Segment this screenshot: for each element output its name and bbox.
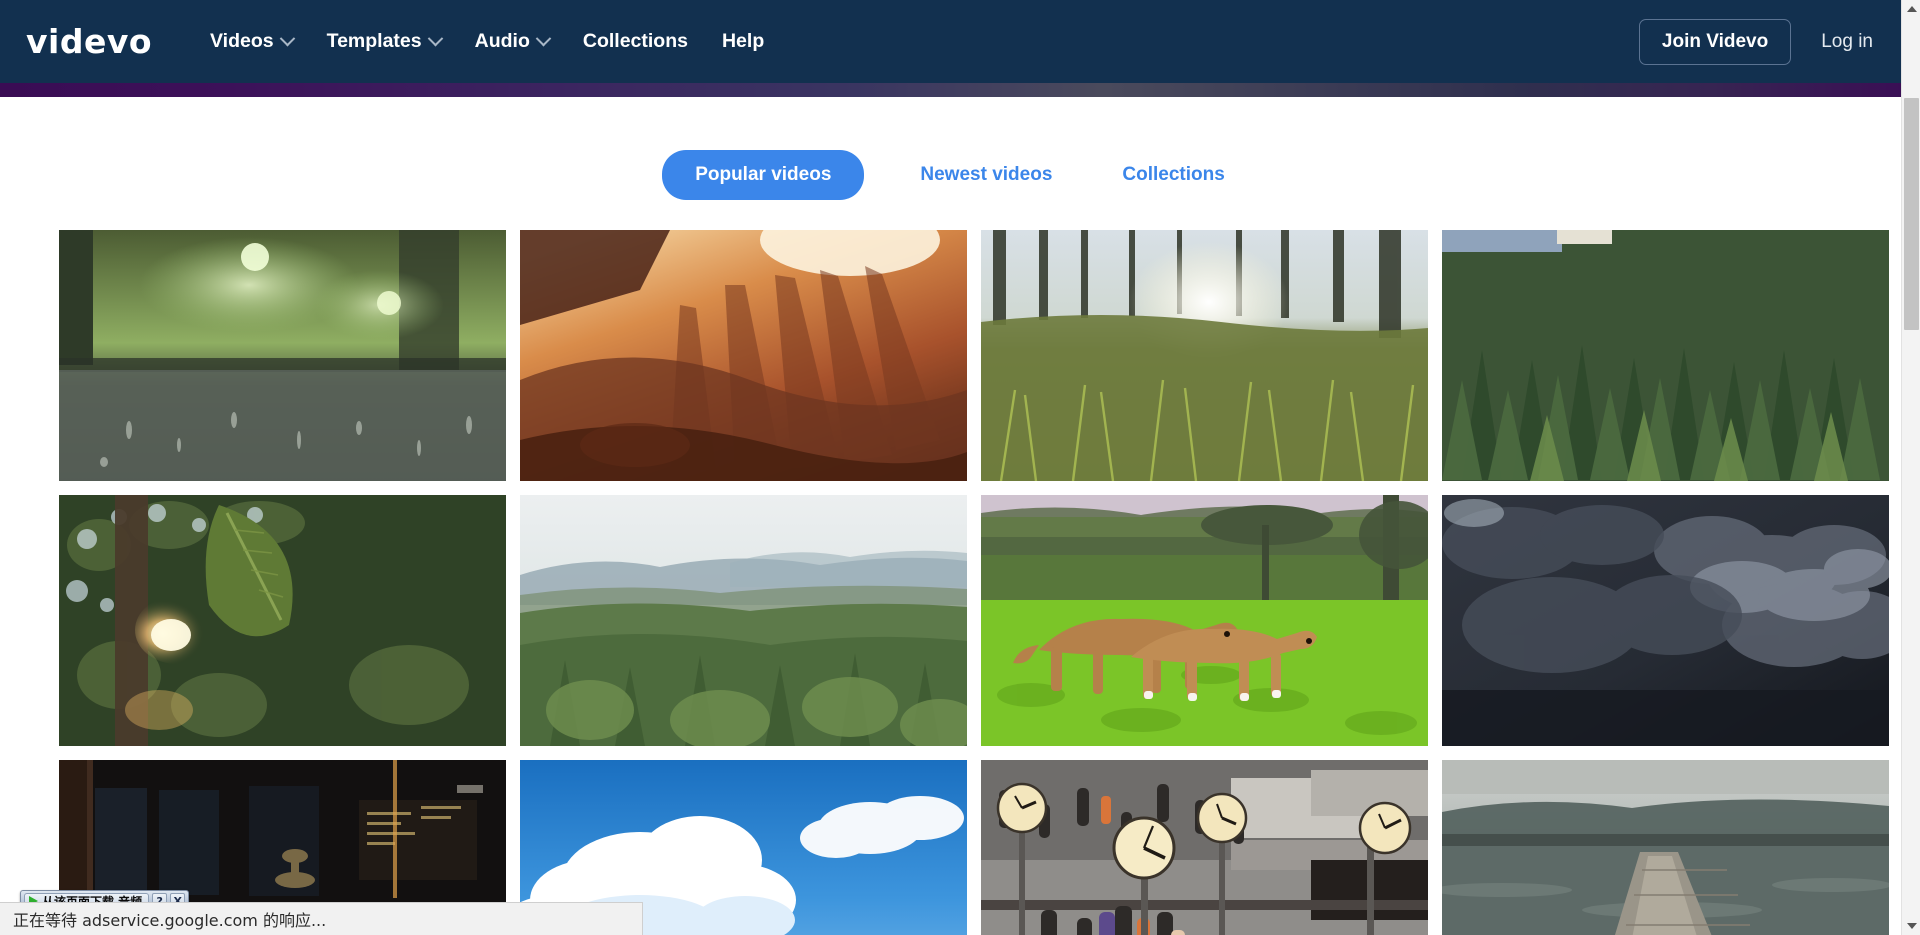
video-thumbnail-grid <box>0 200 1901 935</box>
video-thumbnail <box>520 230 967 481</box>
nav-item-label: Templates <box>326 30 422 52</box>
video-card-lionesses-walking-savanna[interactable] <box>981 495 1428 746</box>
video-card-aerial-forest-valley[interactable] <box>520 495 967 746</box>
video-thumbnail <box>981 495 1428 746</box>
primary-nav: Videos Templates Audio Collections Help <box>210 30 764 53</box>
video-card-sunlit-forest-grass[interactable] <box>981 230 1428 481</box>
video-thumbnail <box>59 495 506 746</box>
video-thumbnail <box>1442 495 1889 746</box>
video-thumbnail <box>520 495 967 746</box>
log-in-link[interactable]: Log in <box>1821 31 1873 53</box>
video-card-aerial-pine-forest[interactable] <box>1442 230 1889 481</box>
scroll-up-arrow-icon[interactable] <box>1902 0 1920 18</box>
triangle-down-glyph <box>1906 923 1917 929</box>
video-card-lake-pier-overcast[interactable] <box>1442 760 1889 935</box>
nav-item-collections[interactable]: Collections <box>583 30 688 53</box>
video-card-sun-through-leaves[interactable] <box>59 495 506 746</box>
main-content: Popular videos Newest videos Collections <box>0 97 1901 935</box>
category-tabs: Popular videos Newest videos Collections <box>0 97 1901 200</box>
nav-item-label: Videos <box>210 30 274 52</box>
header-actions: Join Videvo Log in <box>1638 18 1873 65</box>
tab-newest-videos[interactable]: Newest videos <box>906 158 1066 192</box>
site-header: videvo Videos Templates Audio Collection… <box>0 0 1901 83</box>
tab-popular-videos[interactable]: Popular videos <box>662 150 865 200</box>
video-thumbnail <box>59 230 506 481</box>
nav-item-help[interactable]: Help <box>722 30 764 53</box>
chevron-down-icon <box>427 30 443 47</box>
nav-item-templates[interactable]: Templates <box>326 30 443 53</box>
scroll-down-arrow-icon[interactable] <box>1902 917 1920 935</box>
accent-gradient-strip <box>0 83 1901 97</box>
video-thumbnail <box>1442 230 1889 481</box>
join-videvo-button[interactable]: Join Videvo <box>1638 18 1792 65</box>
nav-item-label: Audio <box>474 30 530 52</box>
tab-collections[interactable]: Collections <box>1108 158 1238 192</box>
status-bar-text: 正在等待 adservice.google.com 的响应... <box>13 911 327 930</box>
chevron-down-icon <box>535 30 552 47</box>
videvo-logo[interactable]: videvo <box>26 25 152 58</box>
page-scrollbar[interactable] <box>1901 0 1920 935</box>
video-card-sunset-god-rays-clouds[interactable] <box>520 230 967 481</box>
browser-status-bar: 正在等待 adservice.google.com 的响应... <box>0 902 643 935</box>
browser-viewport: videvo Videos Templates Audio Collection… <box>0 0 1920 935</box>
video-thumbnail <box>981 230 1428 481</box>
video-thumbnail <box>1442 760 1889 935</box>
video-card-plaza-clocks-crowd[interactable] <box>981 760 1428 935</box>
chevron-down-icon <box>279 30 295 47</box>
nav-item-label: Help <box>721 30 765 52</box>
video-thumbnail <box>981 760 1428 935</box>
video-card-dark-storm-clouds[interactable] <box>1442 495 1889 746</box>
nav-item-label: Collections <box>582 30 688 52</box>
nav-item-audio[interactable]: Audio <box>474 30 552 53</box>
triangle-up-glyph <box>1906 6 1917 12</box>
video-card-rain-on-water-forest[interactable] <box>59 230 506 481</box>
scrollbar-thumb[interactable] <box>1904 98 1919 330</box>
nav-item-videos[interactable]: Videos <box>210 30 295 53</box>
